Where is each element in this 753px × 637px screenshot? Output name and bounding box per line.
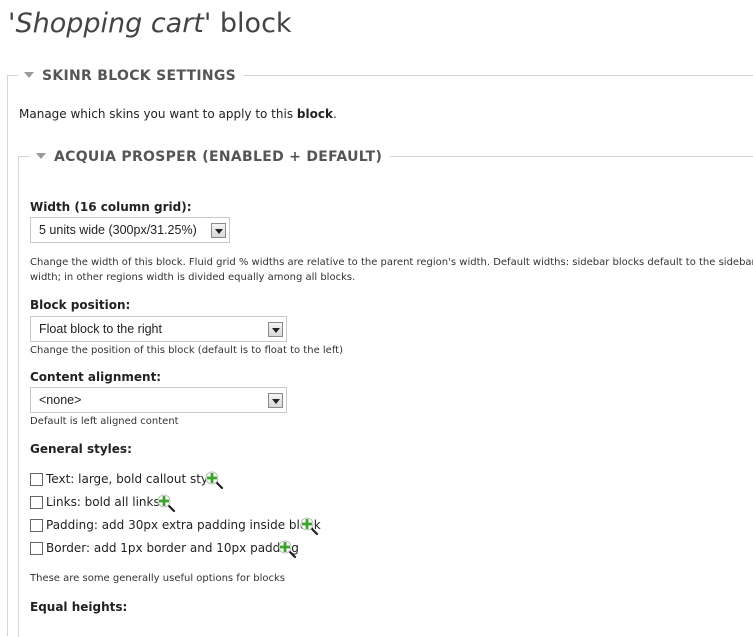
skinr-settings-legend-text: SKINR BLOCK SETTINGS: [42, 68, 237, 84]
acquia-prosper-legend-text: ACQUIA PROSPER (ENABLED + DEFAULT): [54, 149, 383, 165]
content-alignment-label: Content alignment:: [30, 370, 162, 384]
zoom-in-magnifier-icon[interactable]: [277, 539, 297, 559]
chevron-down-icon[interactable]: [268, 322, 283, 337]
block-position-description: Change the position of this block (defau…: [30, 345, 343, 356]
intro-text-bold: block: [296, 107, 333, 121]
width-select[interactable]: 5 units wide (300px/31.25%): [30, 217, 230, 243]
width-select-value: 5 units wide (300px/31.25%): [39, 223, 197, 237]
general-styles-description: These are some generally useful options …: [30, 573, 285, 584]
option-label: Padding: add 30px extra padding inside b…: [46, 518, 321, 532]
zoom-in-magnifier-icon[interactable]: [156, 493, 176, 513]
page-title: 'Shopping cart' block: [8, 8, 292, 39]
triangle-down-icon: [36, 153, 46, 159]
block-position-select-value: Float block to the right: [39, 322, 162, 336]
title-block-name: Shopping cart: [15, 8, 204, 39]
checkbox[interactable]: [30, 519, 43, 532]
zoom-in-magnifier-icon[interactable]: [204, 470, 224, 490]
option-label: Border: add 1px border and 10px padding: [46, 541, 299, 555]
option-label: Text: large, bold callout style: [46, 472, 219, 486]
title-suffix: ' block: [203, 8, 292, 39]
width-description-line2: width; in other regions width is divided…: [30, 272, 356, 283]
checkbox[interactable]: [30, 496, 43, 509]
intro-text-end: .: [332, 107, 337, 121]
zoom-in-magnifier-icon[interactable]: [299, 516, 319, 536]
block-position-select[interactable]: Float block to the right: [30, 316, 287, 342]
content-alignment-description: Default is left aligned content: [30, 416, 179, 427]
skinr-intro-text: Manage which skins you want to apply to …: [19, 107, 337, 121]
equal-heights-label: Equal heights:: [30, 600, 128, 614]
checkbox[interactable]: [30, 542, 43, 555]
chevron-down-icon[interactable]: [268, 393, 283, 408]
checkbox[interactable]: [30, 473, 43, 486]
content-alignment-select-value: <none>: [39, 393, 82, 407]
general-styles-label: General styles:: [30, 442, 132, 456]
chevron-down-icon[interactable]: [211, 223, 226, 238]
skinr-settings-legend[interactable]: SKINR BLOCK SETTINGS: [18, 67, 245, 85]
width-label: Width (16 column grid):: [30, 200, 192, 214]
block-position-label: Block position:: [30, 298, 131, 312]
triangle-down-icon: [24, 72, 34, 78]
width-description-line1: Change the width of this block. Fluid gr…: [30, 257, 753, 268]
acquia-prosper-legend[interactable]: ACQUIA PROSPER (ENABLED + DEFAULT): [30, 148, 391, 166]
content-alignment-select[interactable]: <none>: [30, 387, 287, 413]
option-label: Links: bold all links: [46, 495, 160, 509]
intro-text-part: Manage which skins you want to apply to …: [19, 107, 297, 121]
